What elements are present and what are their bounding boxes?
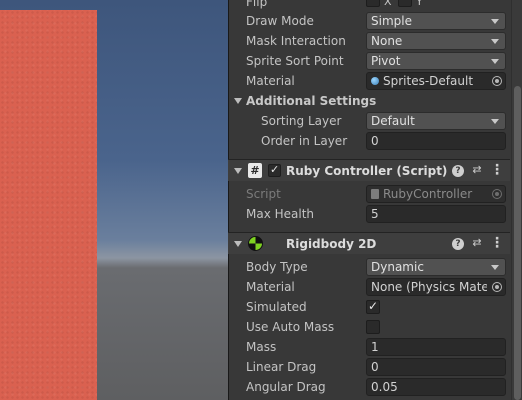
- sorting-layer-dropdown[interactable]: Default: [366, 112, 506, 130]
- draw-mode-row: Draw Mode Simple: [228, 11, 510, 31]
- mask-interaction-label: Mask Interaction: [246, 34, 346, 48]
- order-in-layer-label: Order in Layer: [261, 134, 348, 148]
- sorting-layer-label: Sorting Layer: [261, 114, 342, 128]
- additional-settings-label: Additional Settings: [246, 94, 377, 108]
- script-label: Script: [246, 187, 281, 201]
- checkmark-icon: ✓: [368, 299, 379, 313]
- angular-drag-label: Angular Drag: [246, 380, 326, 394]
- sorting-layer-row: Sorting Layer Default: [228, 111, 510, 131]
- angular-drag-input[interactable]: 0.05: [366, 378, 506, 396]
- ruby-controller-title: Ruby Controller (Script): [286, 164, 448, 178]
- rigidbody2d-header[interactable]: Rigidbody 2D ? ⇄ ⋮: [228, 232, 510, 254]
- material-icon: [371, 77, 379, 85]
- scrollbar-thumb[interactable]: [514, 86, 521, 400]
- flip-label: Flip: [246, 0, 268, 9]
- script-row: Script RubyController: [228, 184, 510, 204]
- script-value: RubyController: [383, 187, 473, 201]
- body-type-row: Body Type Dynamic: [228, 257, 510, 277]
- checkmark-icon: ✓: [270, 163, 280, 176]
- sprite-sort-point-row: Sprite Sort Point Pivot: [228, 51, 510, 71]
- sprite-sort-point-label: Sprite Sort Point: [246, 54, 344, 68]
- draw-mode-value: Simple: [371, 14, 412, 28]
- simulated-checkbox[interactable]: ✓: [366, 299, 380, 314]
- inspector-panel: Flip X Y Draw Mode Simple Mask Interacti…: [228, 0, 522, 400]
- ruby-sprite[interactable]: [0, 10, 97, 400]
- physics-material-field[interactable]: None (Physics Mater: [366, 278, 506, 296]
- physics-material-row: Material None (Physics Mater: [228, 277, 510, 297]
- material-label: Material: [246, 74, 295, 88]
- linear-drag-label: Linear Drag: [246, 360, 317, 374]
- object-picker-icon[interactable]: [492, 282, 502, 292]
- script-file-icon: [371, 189, 379, 199]
- chevron-down-icon: [491, 265, 499, 270]
- order-in-layer-row: Order in Layer 0: [228, 131, 510, 151]
- max-health-row: Max Health 5: [228, 204, 510, 224]
- ruby-controller-header[interactable]: # ✓ Ruby Controller (Script) ? ⇄ ⋮: [228, 159, 510, 181]
- material-row: Material Sprites-Default: [228, 71, 510, 91]
- additional-settings-foldout[interactable]: Additional Settings: [228, 91, 510, 111]
- material-field[interactable]: Sprites-Default: [366, 72, 506, 90]
- use-auto-mass-checkbox[interactable]: [366, 320, 380, 334]
- chevron-down-icon: [491, 39, 499, 44]
- help-icon[interactable]: ?: [452, 165, 464, 177]
- flip-x-label: X: [384, 0, 392, 8]
- kebab-menu-icon[interactable]: ⋮: [490, 236, 504, 250]
- use-auto-mass-row: Use Auto Mass: [228, 317, 510, 337]
- mask-interaction-dropdown[interactable]: None: [366, 32, 506, 50]
- material-value: Sprites-Default: [383, 74, 474, 88]
- foldout-arrow-icon[interactable]: [234, 241, 242, 247]
- mass-label: Mass: [246, 340, 277, 354]
- simulated-label: Simulated: [246, 300, 307, 314]
- mass-input[interactable]: 1: [366, 338, 506, 356]
- object-picker-icon: [492, 189, 502, 199]
- sprite-sort-point-dropdown[interactable]: Pivot: [366, 52, 506, 70]
- sprite-sort-point-value: Pivot: [371, 54, 401, 68]
- script-field: RubyController: [366, 185, 506, 203]
- body-type-label: Body Type: [246, 260, 308, 274]
- chevron-down-icon: [491, 59, 499, 64]
- mass-row: Mass 1: [228, 337, 510, 357]
- chevron-down-icon: [491, 19, 499, 24]
- help-icon[interactable]: ?: [452, 238, 464, 250]
- inspector-scrollbar[interactable]: [511, 0, 522, 400]
- scene-view[interactable]: [0, 0, 228, 400]
- chevron-down-icon: [491, 119, 499, 124]
- body-type-dropdown[interactable]: Dynamic: [366, 258, 506, 276]
- sorting-layer-value: Default: [371, 114, 415, 128]
- angular-drag-row: Angular Drag 0.05: [228, 377, 510, 397]
- flip-y-label: Y: [416, 0, 423, 8]
- foldout-arrow-icon: [234, 98, 242, 104]
- max-health-input[interactable]: 5: [366, 205, 506, 223]
- rigidbody2d-title: Rigidbody 2D: [286, 237, 377, 251]
- kebab-menu-icon[interactable]: ⋮: [490, 163, 504, 177]
- mask-interaction-value: None: [371, 34, 403, 48]
- draw-mode-dropdown[interactable]: Simple: [366, 12, 506, 30]
- linear-drag-input[interactable]: 0: [366, 358, 506, 376]
- flip-y-checkbox[interactable]: [398, 0, 412, 7]
- object-picker-icon[interactable]: [492, 76, 502, 86]
- mask-interaction-row: Mask Interaction None: [228, 31, 510, 51]
- simulated-row: Simulated ✓: [228, 297, 510, 317]
- body-type-value: Dynamic: [371, 260, 424, 274]
- foldout-arrow-icon[interactable]: [234, 168, 242, 174]
- order-in-layer-input[interactable]: 0: [366, 132, 506, 150]
- physics-material-label: Material: [246, 280, 295, 294]
- linear-drag-row: Linear Drag 0: [228, 357, 510, 377]
- presets-icon[interactable]: ⇄: [470, 236, 484, 250]
- ruby-controller-enabled-checkbox[interactable]: ✓: [268, 163, 281, 177]
- physics-material-value: None (Physics Mater: [371, 280, 487, 294]
- rigidbody-icon: [248, 236, 263, 251]
- script-hash-icon: #: [248, 163, 262, 178]
- flip-x-checkbox[interactable]: [366, 0, 380, 7]
- presets-icon[interactable]: ⇄: [470, 163, 484, 177]
- use-auto-mass-label: Use Auto Mass: [246, 320, 335, 334]
- draw-mode-label: Draw Mode: [246, 14, 314, 28]
- max-health-label: Max Health: [246, 207, 315, 221]
